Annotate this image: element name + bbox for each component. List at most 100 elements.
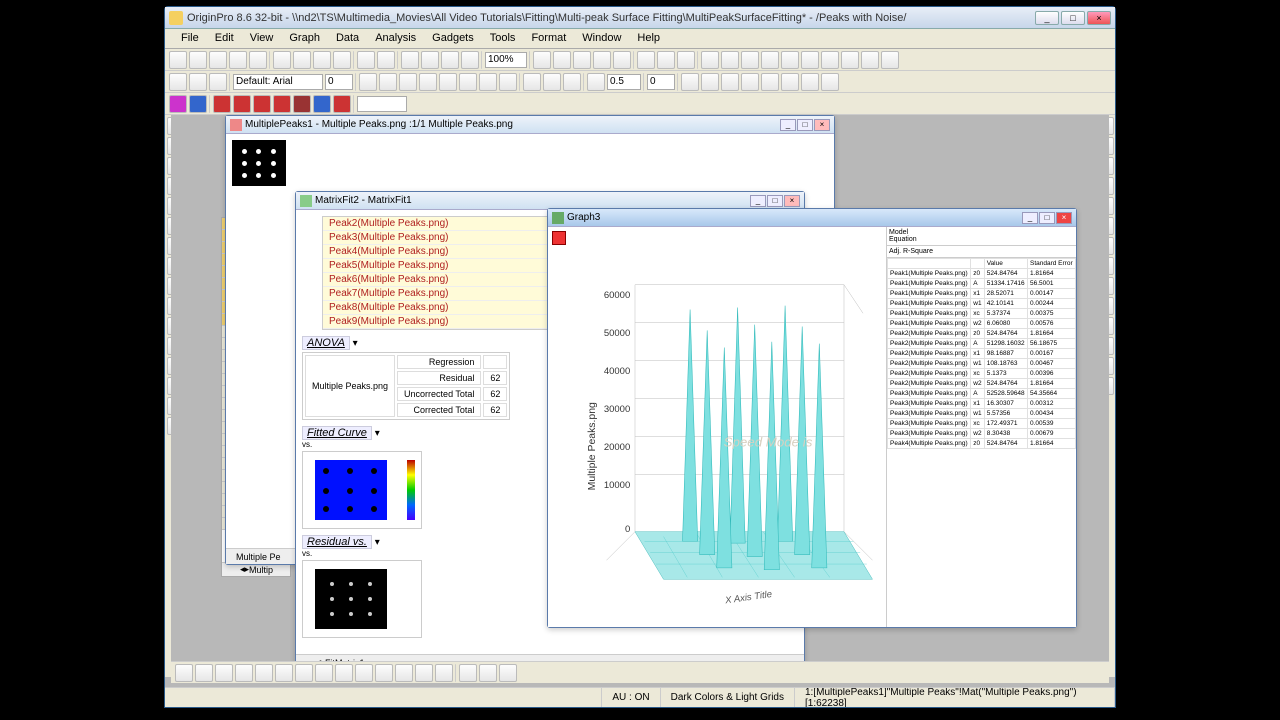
- align-left-icon[interactable]: [681, 73, 699, 91]
- new-excel-icon[interactable]: [593, 51, 611, 69]
- menu-edit[interactable]: Edit: [207, 29, 242, 48]
- copy-page-icon[interactable]: [401, 51, 419, 69]
- cut-icon[interactable]: [169, 73, 187, 91]
- residual-thumbnail[interactable]: [302, 560, 422, 638]
- sheet-tab-label[interactable]: Multiple Pe: [236, 552, 281, 562]
- image-plot-icon[interactable]: [395, 664, 413, 682]
- layer-icon[interactable]: [801, 73, 819, 91]
- code-builder-icon[interactable]: [821, 73, 839, 91]
- column-plot-icon[interactable]: [235, 664, 253, 682]
- menu-analysis[interactable]: Analysis: [367, 29, 424, 48]
- child-max-button[interactable]: □: [1039, 212, 1055, 224]
- marker6-icon[interactable]: [273, 95, 291, 113]
- menu-help[interactable]: Help: [629, 29, 668, 48]
- child-min-button[interactable]: _: [1022, 212, 1038, 224]
- child-max-button[interactable]: □: [767, 195, 783, 207]
- stat-plot-icon[interactable]: [459, 664, 477, 682]
- child-min-button[interactable]: _: [750, 195, 766, 207]
- italic-icon[interactable]: [379, 73, 397, 91]
- new-notes-icon[interactable]: [573, 51, 591, 69]
- import-single-icon[interactable]: [293, 51, 311, 69]
- import-wizard-icon[interactable]: [333, 51, 351, 69]
- subscript-icon[interactable]: [439, 73, 457, 91]
- save-icon[interactable]: [249, 51, 267, 69]
- marker3-icon[interactable]: [213, 95, 231, 113]
- child-close-button[interactable]: ×: [814, 119, 830, 131]
- panel-v-icon[interactable]: [721, 51, 739, 69]
- align-bot-icon[interactable]: [781, 73, 799, 91]
- template-icon[interactable]: [435, 664, 453, 682]
- line-symbol-icon[interactable]: [215, 664, 233, 682]
- anova-section-header[interactable]: ANOVA: [302, 336, 350, 350]
- marker-combo[interactable]: [357, 96, 407, 112]
- recalculate-icon[interactable]: [461, 51, 479, 69]
- import-multi-icon[interactable]: [313, 51, 331, 69]
- greek-icon[interactable]: [459, 73, 477, 91]
- add-column-icon[interactable]: [637, 51, 655, 69]
- marker2-icon[interactable]: [189, 95, 207, 113]
- pie-plot-icon[interactable]: [295, 664, 313, 682]
- decrease-font-icon[interactable]: [499, 73, 517, 91]
- child-close-button[interactable]: ×: [1056, 212, 1072, 224]
- maximize-button[interactable]: □: [1061, 11, 1085, 25]
- close-button[interactable]: ×: [1087, 11, 1111, 25]
- new-function-icon[interactable]: [613, 51, 631, 69]
- 3d-bars-icon[interactable]: [335, 664, 353, 682]
- slideshow-icon[interactable]: [657, 51, 675, 69]
- menu-format[interactable]: Format: [523, 29, 574, 48]
- marker5-icon[interactable]: [253, 95, 271, 113]
- menu-window[interactable]: Window: [574, 29, 629, 48]
- paste-icon[interactable]: [209, 73, 227, 91]
- open-icon[interactable]: [229, 51, 247, 69]
- copy-icon[interactable]: [189, 73, 207, 91]
- graph-canvas[interactable]: 60000 50000 40000 30000 20000 10000 0 Mu…: [548, 227, 886, 627]
- fill-color-icon[interactable]: [563, 73, 581, 91]
- duplicate-icon[interactable]: [421, 51, 439, 69]
- marker1-icon[interactable]: [169, 95, 187, 113]
- marker7-icon[interactable]: [293, 95, 311, 113]
- align-mid-icon[interactable]: [761, 73, 779, 91]
- line-style-icon[interactable]: [587, 73, 605, 91]
- print-preview-icon[interactable]: [377, 51, 395, 69]
- layer-index-icon[interactable]: [552, 231, 566, 245]
- data-reader-icon[interactable]: [881, 51, 899, 69]
- screen-reader-icon[interactable]: [861, 51, 879, 69]
- menu-view[interactable]: View: [242, 29, 282, 48]
- import-icon[interactable]: [273, 51, 291, 69]
- print-icon[interactable]: [357, 51, 375, 69]
- menu-file[interactable]: File: [173, 29, 207, 48]
- fitted-curve-thumbnail[interactable]: [302, 451, 422, 529]
- residual-header[interactable]: Residual vs.: [302, 535, 372, 549]
- marker9-icon[interactable]: [333, 95, 351, 113]
- menu-data[interactable]: Data: [328, 29, 367, 48]
- minimize-button[interactable]: _: [1035, 11, 1059, 25]
- box-plot-icon[interactable]: [479, 664, 497, 682]
- align-top-icon[interactable]: [741, 73, 759, 91]
- bar-plot-icon[interactable]: [255, 664, 273, 682]
- new-project-icon[interactable]: [169, 51, 187, 69]
- histogram-icon[interactable]: [499, 664, 517, 682]
- increase-font-icon[interactable]: [479, 73, 497, 91]
- align-right-icon[interactable]: [721, 73, 739, 91]
- area-plot-icon[interactable]: [275, 664, 293, 682]
- align-center-icon[interactable]: [701, 73, 719, 91]
- rotate-combo[interactable]: [647, 74, 675, 90]
- panel-grid-icon[interactable]: [741, 51, 759, 69]
- line-width-combo[interactable]: [607, 74, 641, 90]
- new-graph-icon[interactable]: [209, 51, 227, 69]
- fontsize-combo[interactable]: [325, 74, 353, 90]
- zoom-combo[interactable]: [485, 52, 527, 68]
- bold-icon[interactable]: [359, 73, 377, 91]
- merge-icon[interactable]: [781, 51, 799, 69]
- superscript-icon[interactable]: [419, 73, 437, 91]
- menu-gadgets[interactable]: Gadgets: [424, 29, 482, 48]
- child-close-button[interactable]: ×: [784, 195, 800, 207]
- menu-graph[interactable]: Graph: [281, 29, 328, 48]
- zoom-in-icon[interactable]: [821, 51, 839, 69]
- panel-h-icon[interactable]: [701, 51, 719, 69]
- child-max-button[interactable]: □: [797, 119, 813, 131]
- new-matrix-icon[interactable]: [553, 51, 571, 69]
- vector-plot-icon[interactable]: [415, 664, 433, 682]
- marker4-icon[interactable]: [233, 95, 251, 113]
- fitted-curve-header[interactable]: Fitted Curve: [302, 426, 372, 440]
